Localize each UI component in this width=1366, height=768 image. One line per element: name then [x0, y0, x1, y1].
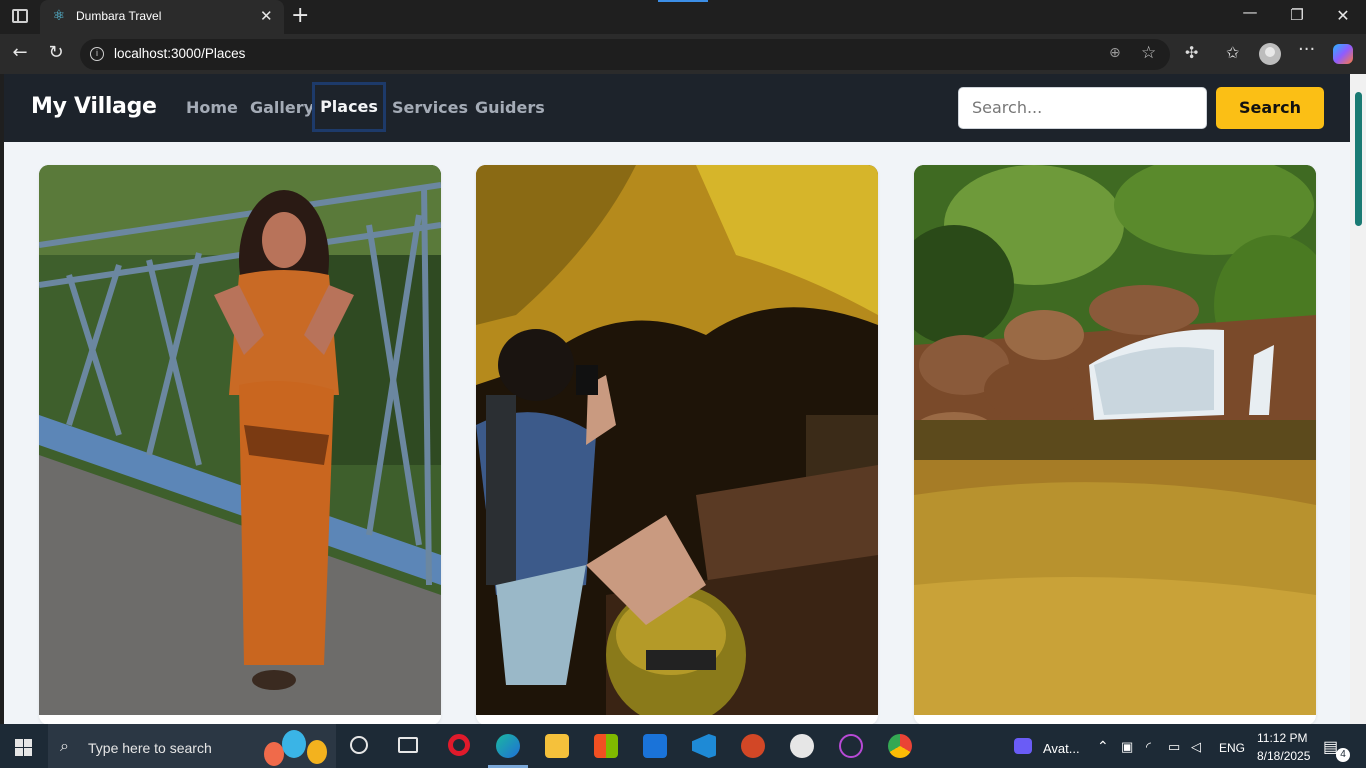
chevron-up-icon[interactable]: ⌃	[1097, 738, 1109, 755]
tab-title: Dumbara Travel	[76, 9, 162, 23]
notification-count: 4	[1336, 748, 1350, 762]
media-player-icon[interactable]	[839, 734, 863, 758]
extensions-icon[interactable]: ✣	[1185, 43, 1198, 62]
task-view-icon[interactable]	[398, 737, 418, 753]
avatar-app-icon[interactable]	[1014, 738, 1032, 754]
vscode-icon[interactable]	[692, 734, 716, 758]
site-navbar: My Village Home Gallery Places Services …	[4, 74, 1350, 142]
clock-date[interactable]: 8/18/2025	[1257, 749, 1310, 763]
place-card[interactable]	[476, 165, 878, 724]
url-text[interactable]: localhost:3000/Places	[114, 46, 245, 61]
place-photo-waterfall[interactable]	[914, 165, 1316, 715]
volume-icon[interactable]: ◁	[1191, 739, 1201, 755]
wifi-icon[interactable]: ◜	[1146, 739, 1151, 755]
powerpoint-icon[interactable]	[741, 734, 765, 758]
microsoft-store-icon[interactable]	[594, 734, 618, 758]
browser-tab[interactable]: ⚛ Dumbara Travel ✕	[40, 0, 284, 34]
cortana-icon[interactable]	[350, 736, 368, 754]
chrome-icon[interactable]	[888, 734, 912, 758]
balloons-icon	[264, 730, 327, 766]
place-card[interactable]	[914, 165, 1316, 724]
nav-link-gallery[interactable]: Gallery	[250, 98, 314, 117]
nav-link-services[interactable]: Services	[392, 98, 468, 117]
tray-app-label[interactable]: Avat...	[1043, 741, 1080, 756]
profile-avatar[interactable]	[1259, 43, 1281, 65]
back-arrow-icon[interactable]: ←	[8, 42, 32, 64]
file-explorer-icon[interactable]	[545, 734, 569, 758]
clock-time[interactable]: 11:12 PM	[1257, 731, 1307, 745]
zoom-icon[interactable]: ⊕	[1109, 45, 1121, 61]
scrollbar-thumb[interactable]	[1355, 92, 1362, 226]
browser-tab-strip: ⚛ Dumbara Travel ✕ + — ❐ ✕	[0, 0, 1366, 34]
windows-start-icon[interactable]	[15, 739, 32, 756]
language-indicator[interactable]: ENG	[1219, 741, 1245, 755]
place-card[interactable]	[39, 165, 441, 724]
taskbar-search-placeholder: Type here to search	[88, 740, 212, 756]
new-tab-button[interactable]: +	[291, 4, 309, 28]
nav-link-home[interactable]: Home	[186, 98, 238, 117]
address-bar[interactable]: i localhost:3000/Places ⊕ ☆	[80, 39, 1170, 70]
restore-button[interactable]: ❐	[1285, 6, 1309, 24]
search-icon: ⌕	[60, 736, 69, 755]
tab-actions-icon[interactable]	[12, 9, 28, 23]
nav-link-guiders[interactable]: Guiders	[475, 98, 545, 117]
search-input[interactable]: Search...	[958, 87, 1207, 129]
windows-taskbar: ⌕ Type here to search Avat... ⌃ ▣ ◜ ▭ ◁ …	[0, 724, 1366, 768]
react-icon: ⚛	[52, 8, 66, 24]
reload-icon[interactable]: ↻	[44, 42, 68, 64]
window-close-button[interactable]: ✕	[1331, 6, 1355, 25]
browser-toolbar: ← ↻ i localhost:3000/Places ⊕ ☆ ✣ ✩ ···	[0, 34, 1366, 74]
close-tab-icon[interactable]: ✕	[260, 7, 273, 25]
page-scrollbar[interactable]	[1350, 74, 1366, 724]
copilot-icon[interactable]	[1333, 44, 1353, 64]
opera-icon[interactable]	[448, 734, 470, 756]
meeting-icon[interactable]: ▣	[1121, 739, 1133, 755]
battery-icon[interactable]: ▭	[1168, 739, 1180, 755]
github-icon[interactable]	[790, 734, 814, 758]
search-button[interactable]: Search	[1216, 87, 1324, 129]
place-photo-bridge[interactable]	[39, 165, 441, 715]
minimize-button[interactable]: —	[1238, 3, 1262, 21]
place-photo-cave[interactable]	[476, 165, 878, 715]
page-viewport: My Village Home Gallery Places Services …	[4, 74, 1350, 724]
favorites-icon[interactable]: ✩	[1226, 43, 1239, 62]
site-brand[interactable]: My Village	[31, 94, 157, 119]
nav-link-places[interactable]: Places	[312, 82, 386, 132]
site-info-icon[interactable]: i	[90, 47, 104, 61]
edge-icon[interactable]	[496, 734, 520, 758]
favorite-star-icon[interactable]: ☆	[1141, 43, 1156, 63]
mail-icon[interactable]	[643, 734, 667, 758]
top-indicator	[658, 0, 708, 2]
more-options-icon[interactable]: ···	[1298, 39, 1315, 60]
